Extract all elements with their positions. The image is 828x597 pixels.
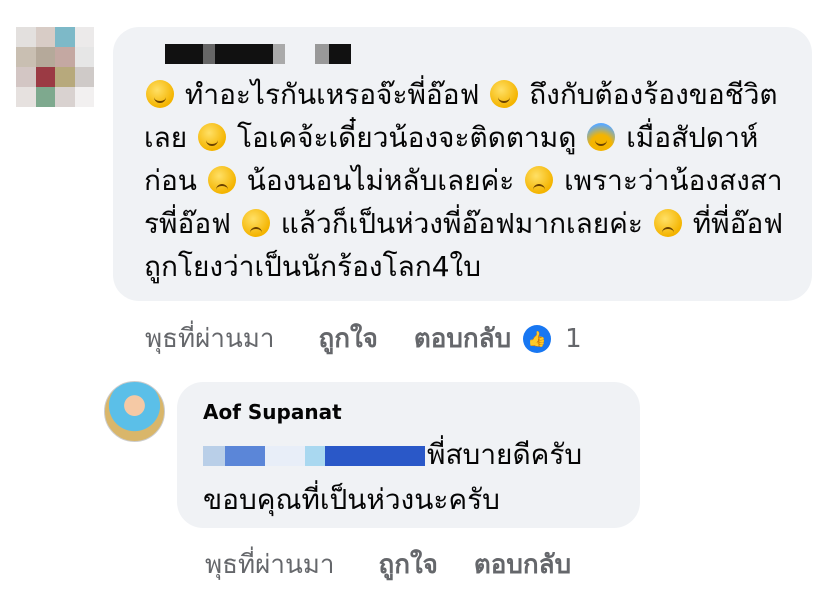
redacted-mention[interactable] [203, 446, 425, 466]
reply-button[interactable]: ตอบกลับ [414, 318, 511, 359]
reply-author-avatar[interactable] [104, 381, 165, 442]
reply-text: พี่สบายดีครับ ขอบคุณที่เป็นห่วงนะครับ [203, 432, 623, 522]
reply-author-name[interactable]: Aof Supanat [203, 400, 342, 424]
sobbing-face-icon [241, 209, 270, 237]
fearful-face-icon [587, 123, 616, 151]
sad-face-icon [525, 166, 554, 194]
comment-timestamp[interactable]: พุธที่ผ่านมา [145, 318, 275, 359]
smiling-face-icon [146, 80, 174, 108]
reply-timestamp[interactable]: พุธที่ผ่านมา [205, 544, 335, 585]
reply-reply-button[interactable]: ตอบกลับ [474, 544, 571, 585]
crying-face-icon [207, 166, 236, 194]
comment-text: ทำอะไรกันเหรอจ๊ะพี่อ๊อฟ ถึงกับต้องร้องขอ… [144, 73, 804, 288]
comment-actions: พุธที่ผ่านมา ถูกใจ ตอบกลับ 👍 1 [145, 318, 582, 359]
comment-text-segment: แล้วก็เป็นห่วงพี่อ๊อฟมากเลยค่ะ [271, 207, 652, 240]
reaction-count[interactable]: 1 [565, 324, 582, 354]
commenter-avatar-pixelated[interactable] [16, 27, 94, 107]
reply-line2-text: ขอบคุณที่เป็นห่วงนะครับ [203, 483, 500, 516]
halo-face-icon [490, 80, 519, 108]
kissing-face-icon [198, 123, 227, 151]
reply-actions: พุธที่ผ่านมา ถูกใจ ตอบกลับ [205, 544, 607, 585]
redacted-author-name[interactable] [165, 44, 351, 66]
reply-line1-text: พี่สบายดีครับ [427, 438, 583, 471]
weary-face-icon [653, 209, 682, 237]
like-button[interactable]: ถูกใจ [319, 318, 378, 359]
like-reaction-icon[interactable]: 👍 [523, 324, 552, 353]
comment-text-segment: น้องนอนไม่หลับเลยค่ะ [237, 164, 524, 197]
comment-text-segment: ทำอะไรกันเหรอจ๊ะพี่อ๊อฟ [176, 78, 489, 111]
comment-text-segment: โอเคจ้ะเดี๋ยวน้องจะติดตามดู [228, 121, 586, 154]
reply-like-button[interactable]: ถูกใจ [379, 544, 438, 585]
